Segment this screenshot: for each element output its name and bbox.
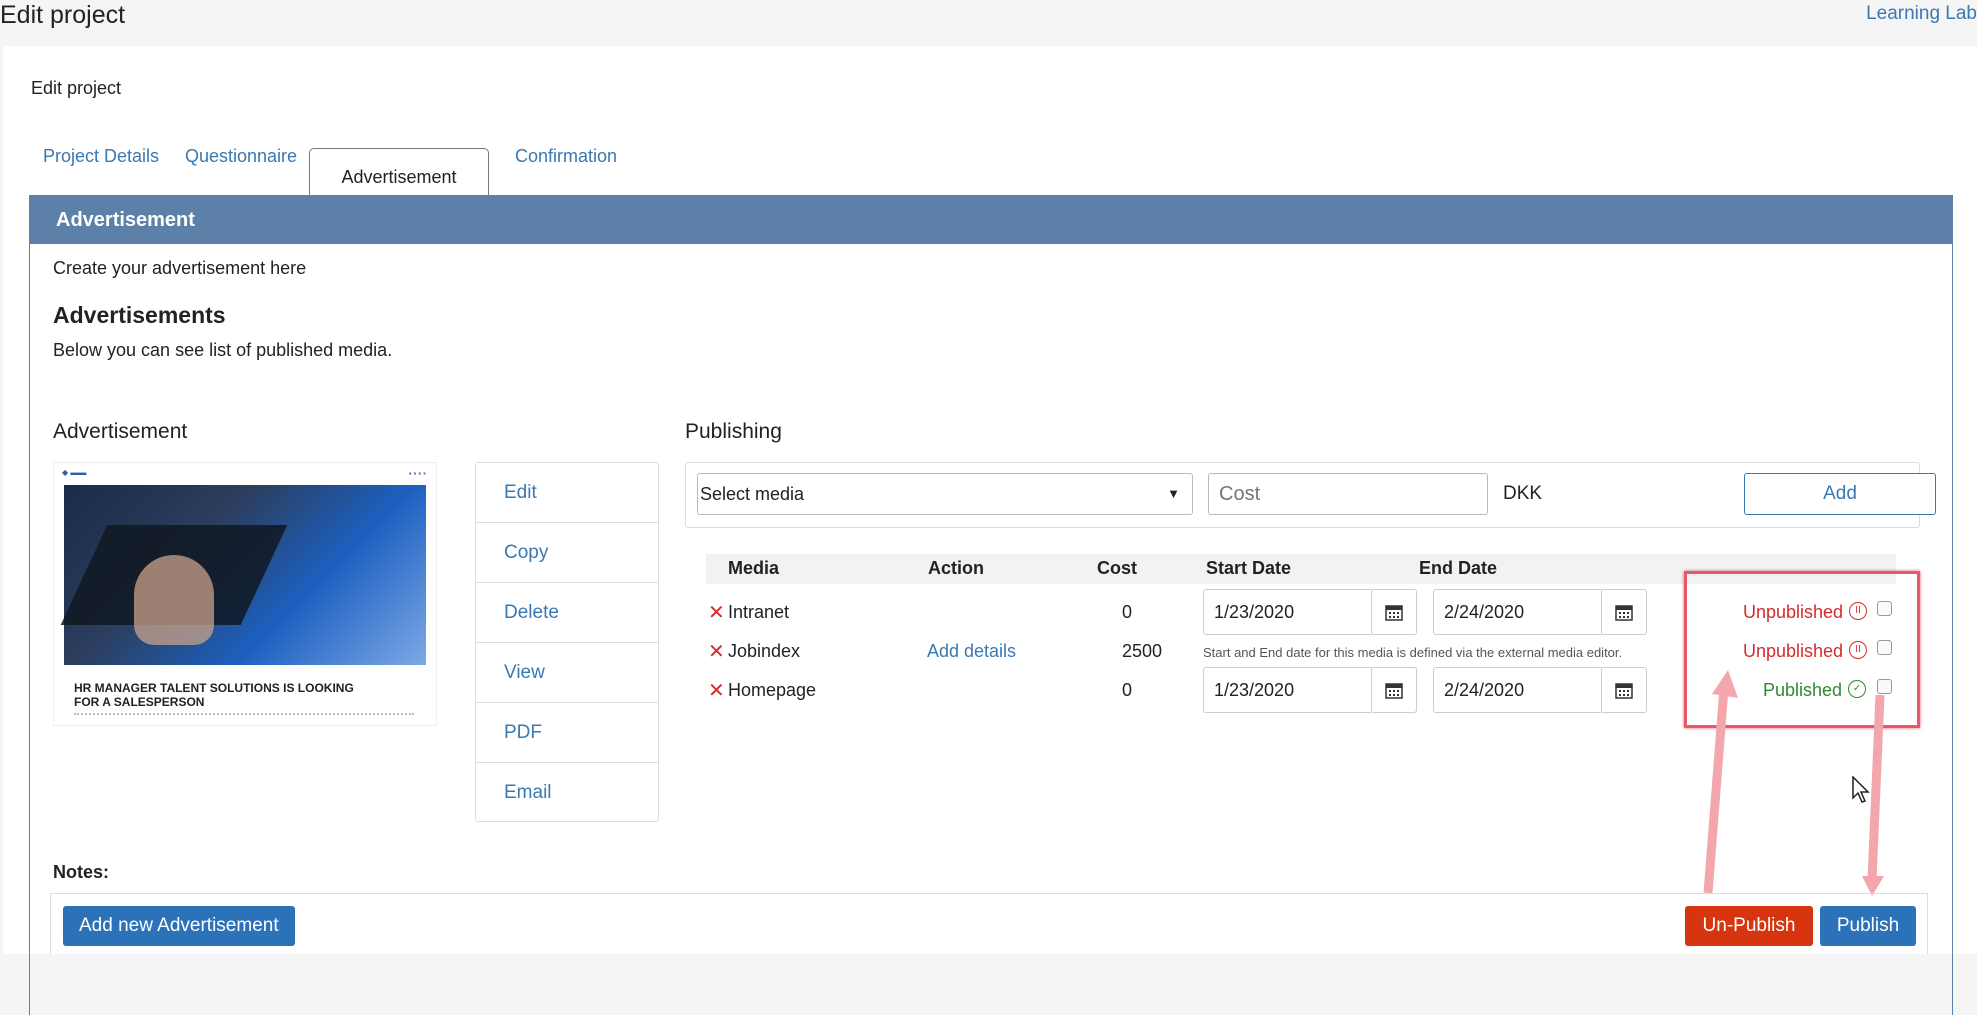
advertisement-footer: Add new Advertisement Un-Publish Publish xyxy=(50,893,1928,954)
mouse-cursor-icon xyxy=(1852,776,1870,803)
publish-button[interactable]: Publish xyxy=(1820,906,1916,946)
unpublish-button[interactable]: Un-Publish xyxy=(1685,906,1813,946)
annotation-arrowhead-up xyxy=(1712,670,1738,698)
annotation-arrows xyxy=(1703,670,1885,896)
annotation-arrow-up xyxy=(1703,687,1729,894)
add-new-advertisement-button[interactable]: Add new Advertisement xyxy=(63,906,295,946)
annotation-arrow-down xyxy=(1867,694,1885,881)
